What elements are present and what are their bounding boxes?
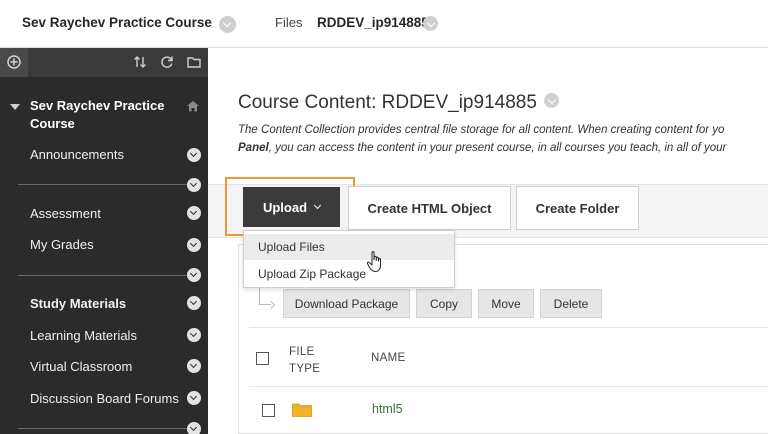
- select-all-checkbox[interactable]: [256, 352, 269, 365]
- download-package-label: Download Package: [294, 296, 399, 311]
- sidebar-item-learning-materials[interactable]: Learning Materials: [30, 328, 137, 343]
- delete-button[interactable]: Delete: [540, 289, 602, 318]
- sidebar-item-discussion-board-forums[interactable]: Discussion Board Forums: [30, 391, 179, 406]
- delete-label: Delete: [553, 296, 589, 311]
- plus-circle-icon: [7, 55, 21, 69]
- download-package-button[interactable]: Download Package: [283, 289, 410, 318]
- main-content: Course Content: RDDEV_ip914885 The Conte…: [208, 48, 768, 434]
- home-icon[interactable]: [186, 100, 200, 112]
- study-materials-chevron-icon[interactable]: [187, 296, 201, 310]
- row-checkbox[interactable]: [262, 404, 275, 417]
- sidebar-toolbar: [0, 48, 208, 77]
- folder-icon: [292, 403, 312, 417]
- menu-item-upload-files[interactable]: Upload Files: [244, 234, 454, 260]
- menu-item-upload-zip-package[interactable]: Upload Zip Package: [244, 261, 454, 287]
- course-title[interactable]: Sev Raychev Practice Course: [22, 15, 212, 30]
- breadcrumb-files[interactable]: Files: [275, 15, 302, 30]
- create-folder-button[interactable]: Create Folder: [516, 186, 639, 230]
- page-description: The Content Collection provides central …: [238, 121, 768, 157]
- discussion-board-chevron-icon[interactable]: [187, 391, 201, 405]
- sidebar-item-assessment[interactable]: Assessment: [30, 206, 101, 221]
- add-menu-item-button[interactable]: [0, 48, 28, 77]
- create-folder-label: Create Folder: [535, 200, 620, 216]
- upload-highlight-box: [225, 177, 355, 236]
- breadcrumb-chevron-icon[interactable]: [423, 16, 438, 31]
- divider-chevron-icon[interactable]: [187, 422, 201, 434]
- upload-dropdown-menu: Upload Files Upload Zip Package: [243, 230, 455, 288]
- sidebar-item-virtual-classroom[interactable]: Virtual Classroom: [30, 359, 132, 374]
- breadcrumb-current: RDDEV_ip914885: [317, 15, 429, 30]
- my-grades-chevron-icon[interactable]: [187, 238, 201, 252]
- copy-button[interactable]: Copy: [416, 289, 472, 318]
- description-line-1: The Content Collection provides central …: [238, 124, 725, 136]
- column-header-file-type[interactable]: FILE TYPE: [289, 344, 320, 378]
- sidebar-item-announcements[interactable]: Announcements: [30, 147, 124, 162]
- divider-chevron-icon[interactable]: [187, 268, 201, 282]
- folder-view-icon[interactable]: [186, 54, 202, 70]
- announcements-chevron-icon[interactable]: [187, 148, 201, 162]
- file-name-link[interactable]: html5: [372, 402, 403, 416]
- reorder-icon[interactable]: [132, 54, 148, 70]
- collapse-menu-icon[interactable]: [10, 104, 20, 110]
- copy-label: Copy: [429, 296, 458, 311]
- page-title-text: Course Content: RDDEV_ip914885: [238, 92, 537, 113]
- course-menu-title[interactable]: Sev Raychev Practice Course: [30, 97, 180, 133]
- sidebar-item-my-grades[interactable]: My Grades: [30, 237, 94, 252]
- column-header-name[interactable]: NAME: [371, 352, 405, 364]
- assessment-chevron-icon[interactable]: [187, 206, 201, 220]
- course-menu-sidebar: Sev Raychev Practice Course Announcement…: [0, 48, 208, 434]
- create-html-object-label: Create HTML Object: [367, 200, 492, 216]
- top-bar: Sev Raychev Practice Course Files RDDEV_…: [0, 0, 768, 48]
- sidebar-divider: [18, 184, 196, 185]
- sidebar-divider: [18, 275, 196, 276]
- create-html-object-button[interactable]: Create HTML Object: [348, 186, 511, 230]
- learning-materials-chevron-icon[interactable]: [187, 328, 201, 342]
- description-panel-bold: Panel: [238, 142, 269, 154]
- select-arrow-icon: [259, 287, 271, 305]
- refresh-icon[interactable]: [159, 54, 175, 70]
- sidebar-item-study-materials[interactable]: Study Materials: [30, 296, 126, 311]
- sidebar-divider: [18, 428, 196, 429]
- title-chevron-icon[interactable]: [544, 93, 560, 109]
- hand-cursor-icon: [366, 251, 381, 272]
- page-title: Course Content: RDDEV_ip914885: [238, 92, 560, 114]
- virtual-classroom-chevron-icon[interactable]: [187, 359, 201, 373]
- file-type-line-1: FILE: [289, 346, 315, 358]
- table-row: html5: [249, 387, 768, 433]
- move-button[interactable]: Move: [478, 289, 534, 318]
- move-label: Move: [491, 296, 521, 311]
- description-line-2-rest: , you can access the content in your pre…: [268, 142, 727, 154]
- table-header: FILE TYPE NAME: [249, 327, 768, 387]
- divider-chevron-icon[interactable]: [187, 178, 201, 192]
- file-type-line-2: TYPE: [289, 363, 321, 375]
- course-menu-chevron-icon[interactable]: [219, 16, 236, 33]
- description-line-2: Panel, you can access the content in you…: [238, 139, 768, 157]
